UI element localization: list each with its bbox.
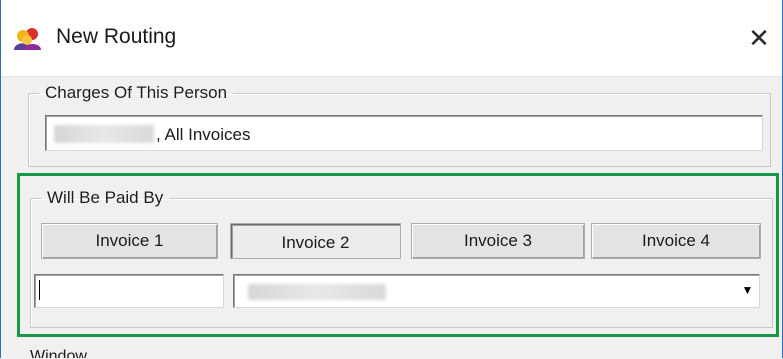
invoice-2-button[interactable]: Invoice 2 — [230, 223, 401, 259]
invoice-4-label: Invoice 4 — [641, 231, 711, 250]
payer-dropdown[interactable]: ▼ — [233, 274, 760, 308]
close-icon: ✕ — [748, 22, 770, 53]
invoice-4-button[interactable]: Invoice 4 — [591, 223, 761, 259]
text-caret — [39, 280, 40, 300]
window-title: New Routing — [56, 25, 177, 48]
invoice-1-button[interactable]: Invoice 1 — [41, 223, 218, 259]
next-group-legend: Window — [30, 348, 87, 358]
window-border-left — [0, 0, 1, 358]
chevron-down-icon: ▼ — [741, 283, 754, 297]
dialog-body: Charges Of This Person , All Invoices Wi… — [0, 76, 783, 359]
close-button[interactable]: ✕ — [742, 22, 776, 54]
charges-field-value: , All Invoices — [156, 125, 251, 144]
dropdown-button[interactable]: ▼ — [738, 277, 757, 303]
invoice-2-label: Invoice 2 — [281, 233, 350, 252]
people-group-icon — [14, 28, 41, 50]
room-input[interactable] — [34, 274, 224, 308]
redacted-payer — [248, 284, 386, 300]
invoice-3-label: Invoice 3 — [463, 231, 533, 250]
charges-field[interactable]: , All Invoices — [45, 115, 763, 151]
title-bar: New Routing ✕ — [0, 0, 783, 76]
redacted-name — [54, 125, 154, 143]
paid-by-group-legend: Will Be Paid By — [47, 188, 164, 207]
charges-group-legend: Charges Of This Person — [45, 83, 228, 102]
invoice-3-button[interactable]: Invoice 3 — [411, 223, 585, 259]
invoice-1-label: Invoice 1 — [95, 231, 164, 250]
